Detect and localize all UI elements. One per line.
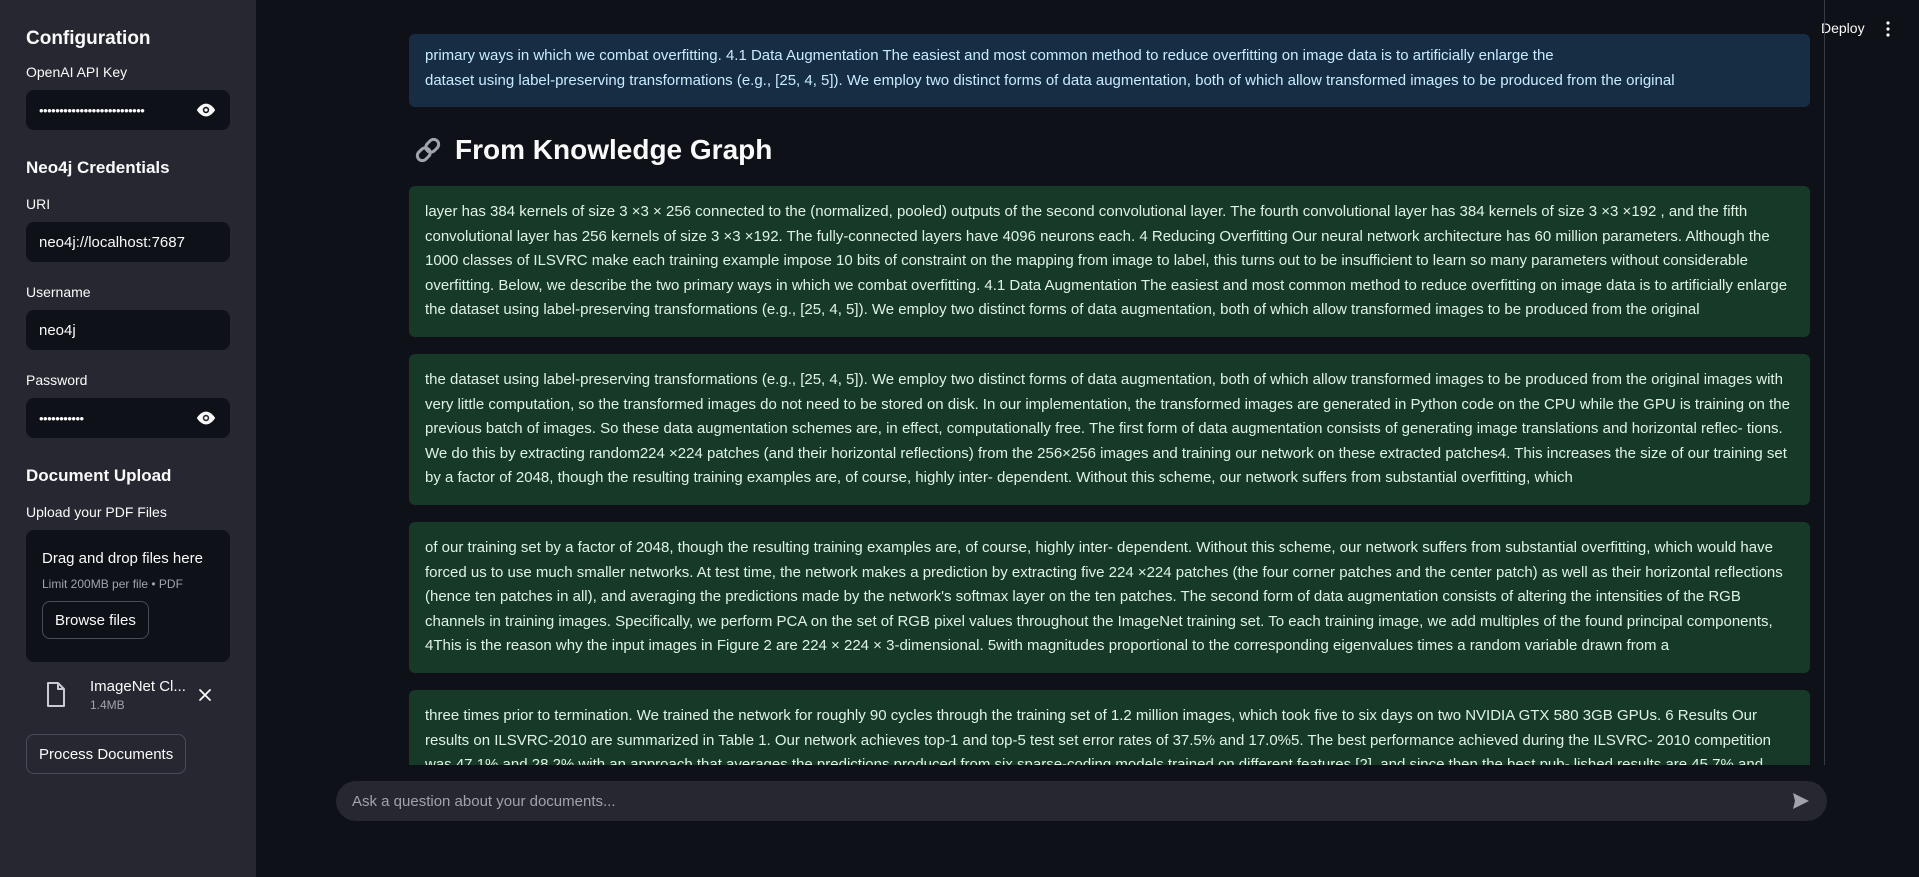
answer-info-box: primary ways in which we combat overfitt…	[409, 34, 1810, 107]
link-icon	[415, 137, 441, 163]
deploy-button[interactable]: Deploy	[1821, 20, 1865, 36]
eye-icon[interactable]	[195, 102, 217, 118]
file-name: ImageNet Cl...	[90, 678, 186, 695]
username-field[interactable]: neo4j	[26, 310, 230, 350]
file-icon	[47, 682, 65, 707]
dropzone-limit: Limit 200MB per file • PDF	[42, 577, 183, 591]
api-key-field[interactable]: ••••••••••••••••••••••••••	[26, 90, 230, 130]
send-icon[interactable]	[1791, 791, 1811, 811]
close-icon[interactable]	[198, 688, 212, 702]
result-text: three times prior to termination. We tra…	[425, 707, 1772, 765]
result-box: layer has 384 kernels of size 3 ×3 × 256…	[409, 186, 1810, 337]
info-box-line-2: dataset using label-preserving transform…	[425, 71, 1675, 89]
api-key-value: ••••••••••••••••••••••••••	[39, 102, 145, 118]
neo4j-credentials-heading: Neo4j Credentials	[26, 158, 170, 177]
file-dropzone[interactable]: Drag and drop files here Limit 200MB per…	[26, 530, 230, 662]
result-box: the dataset using label-preserving trans…	[409, 354, 1810, 505]
password-label: Password	[26, 372, 88, 388]
result-text: of our training set by a factor of 2048,…	[425, 539, 1783, 654]
sidebar: Configuration OpenAI API Key •••••••••••…	[0, 0, 256, 877]
username-value: neo4j	[39, 321, 76, 339]
file-size: 1.4MB	[90, 698, 125, 712]
info-box-line-1: primary ways in which we combat overfitt…	[425, 47, 1554, 64]
document-upload-heading: Document Upload	[26, 466, 172, 485]
knowledge-graph-heading: From Knowledge Graph	[413, 134, 772, 166]
uri-label: URI	[26, 196, 51, 212]
password-value: •••••••••••	[39, 410, 84, 426]
result-box: three times prior to termination. We tra…	[409, 690, 1810, 765]
upload-label: Upload your PDF Files	[26, 504, 167, 520]
kebab-menu-icon[interactable]	[1885, 20, 1891, 38]
uri-field[interactable]: neo4j://localhost:7687	[26, 222, 230, 262]
username-label: Username	[26, 284, 91, 300]
uploaded-file: ImageNet Cl... 1.4MB	[26, 678, 230, 712]
password-field[interactable]: •••••••••••	[26, 398, 230, 438]
configuration-heading: Configuration	[26, 28, 151, 49]
result-text: layer has 384 kernels of size 3 ×3 × 256…	[425, 203, 1788, 318]
result-text: the dataset using label-preserving trans…	[425, 371, 1790, 486]
file-meta: ImageNet Cl... 1.4MB	[90, 678, 194, 712]
process-documents-button[interactable]: Process Documents	[26, 734, 187, 774]
eye-icon[interactable]	[195, 410, 217, 426]
chat-input-bar	[336, 781, 1827, 821]
main-content: primary ways in which we combat overfitt…	[409, 0, 1825, 765]
uri-value: neo4j://localhost:7687	[39, 233, 185, 251]
section-heading-text: From Knowledge Graph	[455, 134, 773, 165]
api-key-label: OpenAI API Key	[26, 64, 128, 80]
browse-files-button[interactable]: Browse files	[42, 601, 149, 639]
dropzone-title: Drag and drop files here	[42, 550, 203, 567]
chat-input[interactable]	[352, 792, 1791, 810]
result-box: of our training set by a factor of 2048,…	[409, 522, 1810, 673]
